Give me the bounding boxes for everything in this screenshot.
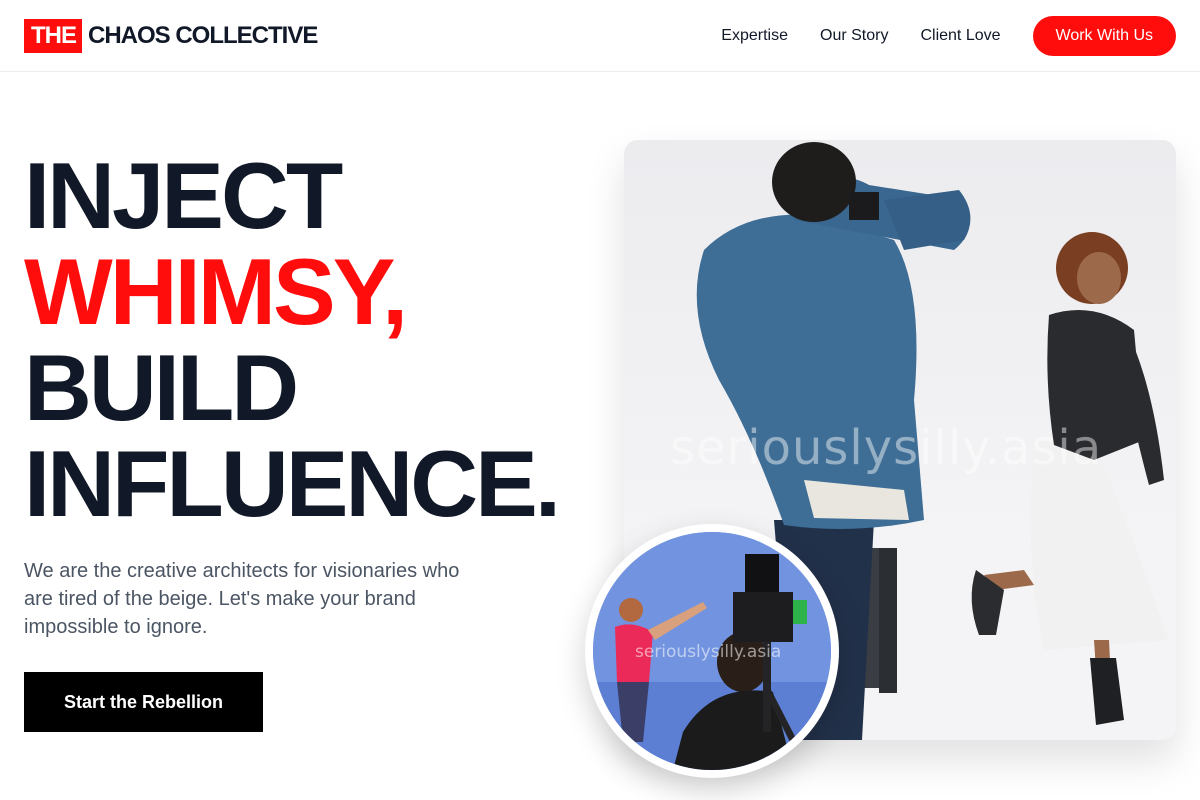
headline-line-1: INJECT bbox=[24, 143, 343, 248]
work-with-us-button[interactable]: Work With Us bbox=[1032, 16, 1176, 56]
nav-link-expertise[interactable]: Expertise bbox=[721, 27, 788, 45]
main-nav: Expertise Our Story Client Love Work Wit… bbox=[721, 16, 1176, 56]
nav-link-our-story[interactable]: Our Story bbox=[820, 27, 888, 45]
brand-logo[interactable]: THE CHAOS COLLECTIVE bbox=[24, 19, 318, 53]
film-set-image-frame: seriouslysilly.asia bbox=[593, 532, 831, 770]
hero-tagline: We are the creative architects for visio… bbox=[24, 560, 460, 638]
nav-link-client-love[interactable]: Client Love bbox=[920, 27, 1000, 45]
headline-line-4: INFLUENCE. bbox=[24, 431, 561, 536]
headline-line-3: BUILD bbox=[24, 335, 299, 440]
film-set-image: seriouslysilly.asia bbox=[585, 524, 839, 778]
logo-text: CHAOS COLLECTIVE bbox=[88, 22, 318, 49]
inset-image-watermark: seriouslysilly.asia bbox=[635, 642, 782, 662]
headline-line-2-accent: WHIMSY, bbox=[24, 239, 408, 344]
start-rebellion-button[interactable]: Start the Rebellion bbox=[24, 672, 263, 732]
hero-headline: INJECT WHIMSY, BUILD INFLUENCE. bbox=[24, 143, 561, 536]
logo-box: THE bbox=[24, 19, 82, 53]
main-image-watermark: seriouslysilly.asia bbox=[670, 420, 1103, 476]
site-header: THE CHAOS COLLECTIVE Expertise Our Story… bbox=[0, 0, 1200, 72]
